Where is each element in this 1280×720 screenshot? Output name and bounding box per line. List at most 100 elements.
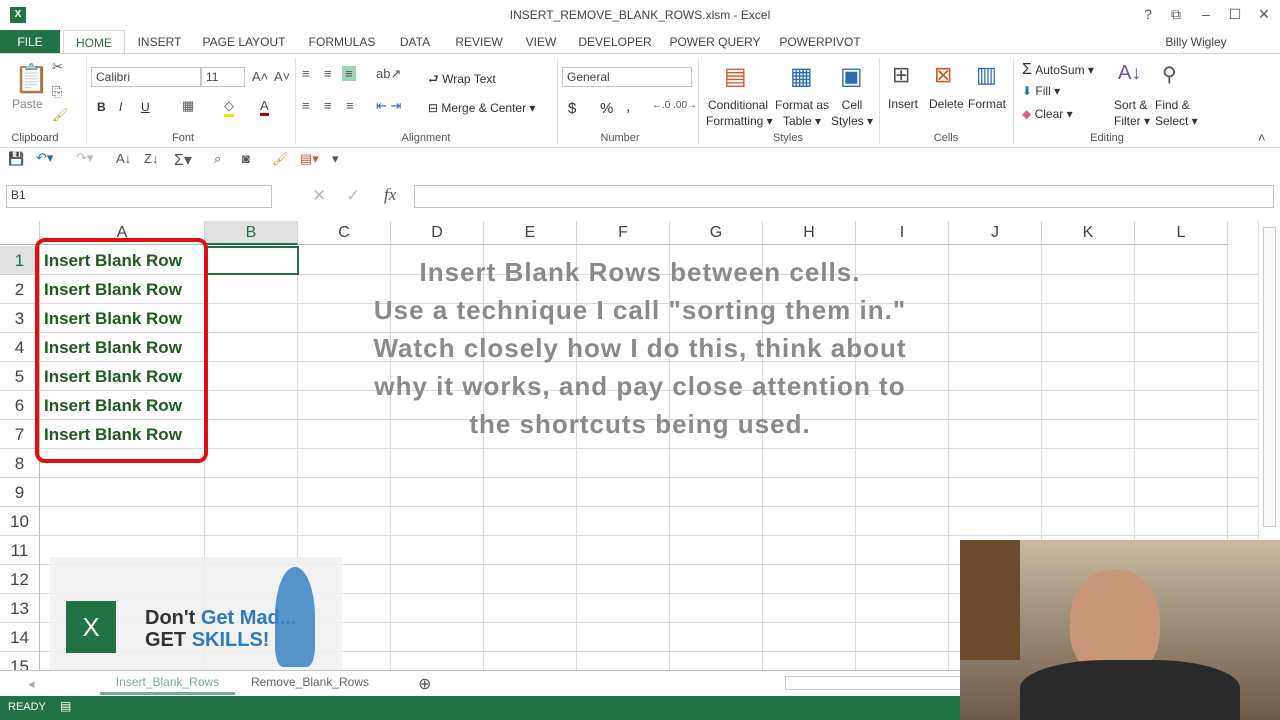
conditional-formatting-button[interactable]: ConditionalFormatting ▾ bbox=[706, 97, 770, 129]
row-header-5[interactable]: 5 bbox=[0, 362, 40, 391]
sort-filter-icon[interactable]: A↓ bbox=[1118, 62, 1141, 85]
macro-record-icon[interactable]: ▤ bbox=[60, 699, 71, 713]
decimal-icons[interactable]: ←.0 .00→ bbox=[652, 100, 697, 111]
borders-icon[interactable]: ▦ bbox=[182, 98, 194, 114]
font-color-icon[interactable]: A bbox=[260, 98, 269, 116]
align-middle-icon[interactable]: ≡ bbox=[324, 66, 332, 81]
tab-power-query[interactable]: POWER QUERY bbox=[668, 30, 762, 54]
row-header-11[interactable]: 11 bbox=[0, 536, 40, 565]
maximize-button[interactable]: ☐ bbox=[1225, 6, 1245, 23]
tab-home[interactable]: HOME bbox=[63, 30, 125, 54]
column-header-J[interactable]: J bbox=[949, 221, 1042, 245]
row-header-3[interactable]: 3 bbox=[0, 304, 40, 333]
tab-data[interactable]: DATA bbox=[392, 30, 438, 54]
column-header-G[interactable]: G bbox=[670, 221, 763, 245]
currency-button[interactable]: $ bbox=[568, 100, 576, 117]
scroll-thumb[interactable] bbox=[1263, 227, 1276, 527]
column-header-I[interactable]: I bbox=[856, 221, 949, 245]
print-preview-icon[interactable]: ⌕ bbox=[214, 151, 221, 167]
row-header-2[interactable]: 2 bbox=[0, 275, 40, 304]
increase-font-icon[interactable]: A˄ bbox=[252, 69, 268, 84]
underline-button[interactable]: U bbox=[141, 100, 150, 114]
conditional-formatting-icon[interactable]: ▤ bbox=[724, 62, 747, 91]
italic-button[interactable]: I bbox=[119, 100, 122, 114]
orientation-icon[interactable]: ab↗ bbox=[376, 66, 401, 82]
tab-page-layout[interactable]: PAGE LAYOUT bbox=[198, 30, 290, 54]
indent-icons[interactable]: ⇤ ⇥ bbox=[376, 98, 401, 114]
user-account[interactable]: Billy Wigley bbox=[1160, 30, 1232, 54]
sheet-tab-remove-blank-rows[interactable]: Remove_Blank_Rows bbox=[240, 671, 380, 695]
customize-qat-icon[interactable]: ▾ bbox=[332, 151, 339, 167]
help-icon[interactable]: ? bbox=[1138, 6, 1158, 22]
tab-file[interactable]: FILE bbox=[0, 30, 60, 54]
decrease-font-icon[interactable]: A˅ bbox=[274, 69, 290, 84]
close-button[interactable]: ✕ bbox=[1254, 6, 1274, 23]
row-header-7[interactable]: 7 bbox=[0, 420, 40, 449]
font-name-select[interactable]: Calibri bbox=[91, 67, 201, 87]
column-header-B[interactable]: B bbox=[205, 221, 298, 245]
row-header-1[interactable]: 1 bbox=[0, 246, 40, 275]
align-top-icon[interactable]: ≡ bbox=[302, 66, 310, 81]
format-painter-icon[interactable]: 🖌 bbox=[52, 107, 69, 123]
column-header-D[interactable]: D bbox=[391, 221, 484, 245]
align-right-icon[interactable]: ≡ bbox=[346, 98, 354, 113]
align-left-icon[interactable]: ≡ bbox=[302, 98, 310, 113]
tab-insert[interactable]: INSERT bbox=[132, 30, 187, 54]
row-header-14[interactable]: 14 bbox=[0, 623, 40, 652]
tab-view[interactable]: VIEW bbox=[520, 30, 562, 54]
select-all[interactable] bbox=[0, 221, 40, 245]
bold-button[interactable]: B bbox=[97, 100, 106, 114]
format-as-table-button[interactable]: Format asTable ▾ bbox=[774, 97, 830, 129]
insert-cells-button[interactable]: Insert bbox=[888, 97, 918, 111]
column-header-F[interactable]: F bbox=[577, 221, 670, 245]
clear-button[interactable]: ◆ Clear ▾ bbox=[1022, 107, 1073, 121]
autosum-qat-icon[interactable]: Σ▾ bbox=[174, 150, 192, 170]
enter-icon[interactable]: ✓ bbox=[346, 186, 360, 206]
collapse-ribbon-icon[interactable]: ˄ bbox=[1258, 130, 1266, 145]
insert-function-icon[interactable]: fx bbox=[384, 185, 396, 205]
delete-cells-icon[interactable]: ⊠ bbox=[934, 62, 952, 88]
row-header-4[interactable]: 4 bbox=[0, 333, 40, 362]
minimize-button[interactable]: – bbox=[1196, 6, 1216, 22]
save-icon[interactable]: 💾 bbox=[8, 151, 24, 167]
format-cells-button[interactable]: Format bbox=[968, 97, 1006, 111]
tab-powerpivot[interactable]: POWERPIVOT bbox=[775, 30, 865, 54]
selected-cell-b1[interactable] bbox=[205, 246, 299, 275]
autosum-button[interactable]: Σ AutoSum ▾ bbox=[1022, 61, 1094, 79]
column-header-E[interactable]: E bbox=[484, 221, 577, 245]
comma-button[interactable]: , bbox=[626, 98, 630, 115]
column-header-C[interactable]: C bbox=[298, 221, 391, 245]
sort-filter-button[interactable]: Sort &Filter ▾ bbox=[1114, 97, 1150, 129]
sheet-tab-insert-blank-rows[interactable]: Insert_Blank_Rows bbox=[100, 671, 235, 695]
column-header-K[interactable]: K bbox=[1042, 221, 1135, 245]
row-header-10[interactable]: 10 bbox=[0, 507, 40, 536]
row-header-15[interactable]: 15 bbox=[0, 652, 40, 670]
sort-asc-icon[interactable]: A↓ bbox=[116, 151, 131, 166]
format-as-table-icon[interactable]: ▦ bbox=[790, 62, 813, 91]
paste-icon[interactable]: 📋 bbox=[14, 62, 49, 95]
add-sheet-icon[interactable]: ⊕ bbox=[418, 674, 431, 694]
redo-icon[interactable]: ↷▾ bbox=[76, 150, 93, 166]
ribbon-display-icon[interactable]: ⧉ bbox=[1166, 6, 1186, 23]
prev-sheet-icon[interactable]: ◂ bbox=[28, 676, 35, 692]
row-header-6[interactable]: 6 bbox=[0, 391, 40, 420]
undo-icon[interactable]: ↶▾ bbox=[36, 150, 53, 166]
number-format-select[interactable]: General bbox=[562, 67, 692, 87]
conditional-qat-icon[interactable]: ▤▾ bbox=[300, 151, 319, 167]
cell-styles-icon[interactable]: ▣ bbox=[840, 62, 863, 91]
cancel-icon[interactable]: ✕ bbox=[312, 186, 326, 206]
cut-icon[interactable]: ✂ bbox=[52, 59, 63, 75]
align-center-icon[interactable]: ≡ bbox=[324, 98, 332, 113]
fill-color-icon[interactable]: ◇ bbox=[224, 98, 234, 117]
find-select-button[interactable]: Find &Select ▾ bbox=[1155, 97, 1198, 129]
font-size-select[interactable]: 11 bbox=[201, 67, 245, 87]
merge-center-button[interactable]: ⊟ Merge & Center ▾ bbox=[428, 101, 535, 115]
formula-input[interactable] bbox=[414, 185, 1274, 208]
fill-button[interactable]: ⬇ Fill ▾ bbox=[1022, 84, 1060, 98]
tab-developer[interactable]: DEVELOPER bbox=[575, 30, 655, 54]
tab-formulas[interactable]: FORMULAS bbox=[302, 30, 382, 54]
insert-cells-icon[interactable]: ⊞ bbox=[892, 62, 910, 88]
format-cells-icon[interactable]: ▥ bbox=[976, 62, 997, 88]
row-header-9[interactable]: 9 bbox=[0, 478, 40, 507]
row-header-13[interactable]: 13 bbox=[0, 594, 40, 623]
